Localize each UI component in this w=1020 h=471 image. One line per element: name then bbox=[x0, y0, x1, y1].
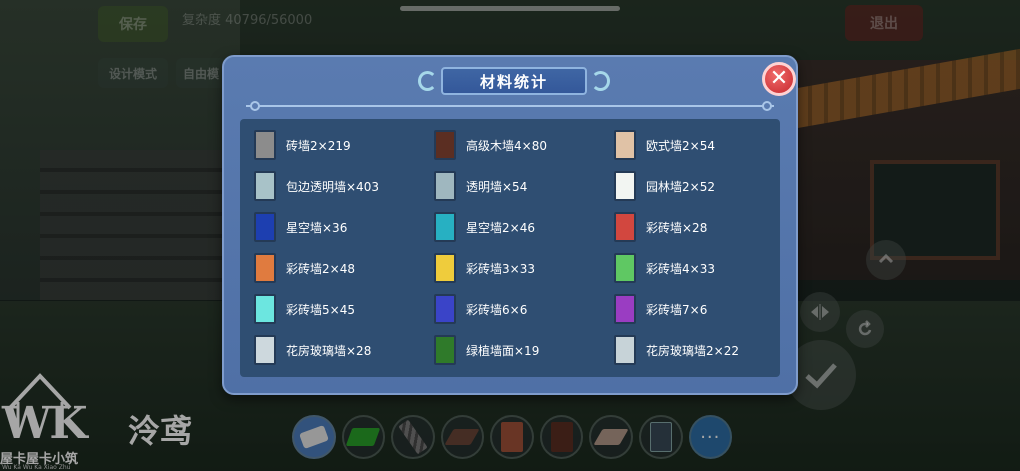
materials-grid: 砖墙2×219 高级木墙4×80 欧式墙2×54 包边透明墙×403 透明墙×54 园林墙… bbox=[254, 130, 774, 365]
material-swatch-icon bbox=[254, 130, 276, 160]
divider-ornament-left-icon bbox=[250, 101, 260, 111]
title-divider bbox=[246, 105, 774, 107]
material-label: 花房玻璃墙2×22 bbox=[646, 343, 739, 358]
close-icon: ✕ bbox=[769, 66, 789, 91]
material-swatch-icon bbox=[614, 130, 636, 160]
material-swatch-icon bbox=[254, 294, 276, 324]
dialog-title-bar: 材料统计 bbox=[414, 65, 614, 97]
material-swatch-icon bbox=[434, 294, 456, 324]
material-item: 花房玻璃墙2×22 bbox=[614, 335, 774, 365]
material-label: 星空墙2×46 bbox=[466, 220, 535, 235]
material-label: 园林墙2×52 bbox=[646, 179, 715, 194]
material-label: 彩砖墙3×33 bbox=[466, 261, 535, 276]
dialog-title: 材料统计 bbox=[441, 67, 587, 95]
material-label: 高级木墙4×80 bbox=[466, 138, 547, 153]
material-item: 彩砖墙3×33 bbox=[434, 253, 614, 283]
material-swatch-icon bbox=[434, 130, 456, 160]
material-swatch-icon bbox=[434, 253, 456, 283]
close-button[interactable]: ✕ bbox=[762, 62, 796, 96]
material-item: 欧式墙2×54 bbox=[614, 130, 774, 160]
material-swatch-icon bbox=[254, 212, 276, 242]
material-item: 绿植墙面×19 bbox=[434, 335, 614, 365]
material-item: 彩砖墙2×48 bbox=[254, 253, 434, 283]
material-label: 彩砖墙6×6 bbox=[466, 302, 528, 317]
material-swatch-icon bbox=[614, 212, 636, 242]
material-swatch-icon bbox=[254, 171, 276, 201]
material-swatch-icon bbox=[434, 171, 456, 201]
material-item: 高级木墙4×80 bbox=[434, 130, 614, 160]
material-label: 花房玻璃墙×28 bbox=[286, 343, 372, 358]
material-item: 园林墙2×52 bbox=[614, 171, 774, 201]
material-swatch-icon bbox=[614, 171, 636, 201]
material-label: 彩砖墙2×48 bbox=[286, 261, 355, 276]
material-item: 彩砖墙×28 bbox=[614, 212, 774, 242]
material-swatch-icon bbox=[614, 335, 636, 365]
material-swatch-icon bbox=[254, 253, 276, 283]
material-item: 星空墙2×46 bbox=[434, 212, 614, 242]
material-item: 星空墙×36 bbox=[254, 212, 434, 242]
material-item: 彩砖墙5×45 bbox=[254, 294, 434, 324]
material-label: 彩砖墙4×33 bbox=[646, 261, 715, 276]
material-swatch-icon bbox=[614, 294, 636, 324]
material-swatch-icon bbox=[434, 335, 456, 365]
material-stats-dialog: 材料统计 ✕ 砖墙2×219 高级木墙4×80 欧式墙2×54 包边透明墙×403 透明… bbox=[222, 55, 798, 395]
material-label: 星空墙×36 bbox=[286, 220, 348, 235]
material-label: 彩砖墙×28 bbox=[646, 220, 708, 235]
material-item: 花房玻璃墙×28 bbox=[254, 335, 434, 365]
material-item: 彩砖墙4×33 bbox=[614, 253, 774, 283]
title-ornament-right-icon bbox=[590, 71, 610, 91]
material-item: 彩砖墙7×6 bbox=[614, 294, 774, 324]
material-swatch-icon bbox=[614, 253, 636, 283]
material-label: 包边透明墙×403 bbox=[286, 179, 379, 194]
material-label: 欧式墙2×54 bbox=[646, 138, 715, 153]
material-label: 彩砖墙5×45 bbox=[286, 302, 355, 317]
material-label: 彩砖墙7×6 bbox=[646, 302, 708, 317]
material-label: 砖墙2×219 bbox=[286, 138, 351, 153]
material-label: 绿植墙面×19 bbox=[466, 343, 540, 358]
divider-ornament-right-icon bbox=[762, 101, 772, 111]
material-swatch-icon bbox=[434, 212, 456, 242]
material-label: 透明墙×54 bbox=[466, 179, 528, 194]
material-swatch-icon bbox=[254, 335, 276, 365]
material-item: 彩砖墙6×6 bbox=[434, 294, 614, 324]
material-item: 砖墙2×219 bbox=[254, 130, 434, 160]
material-item: 包边透明墙×403 bbox=[254, 171, 434, 201]
materials-panel: 砖墙2×219 高级木墙4×80 欧式墙2×54 包边透明墙×403 透明墙×54 园林墙… bbox=[240, 119, 780, 377]
material-item: 透明墙×54 bbox=[434, 171, 614, 201]
title-ornament-left-icon bbox=[418, 71, 438, 91]
